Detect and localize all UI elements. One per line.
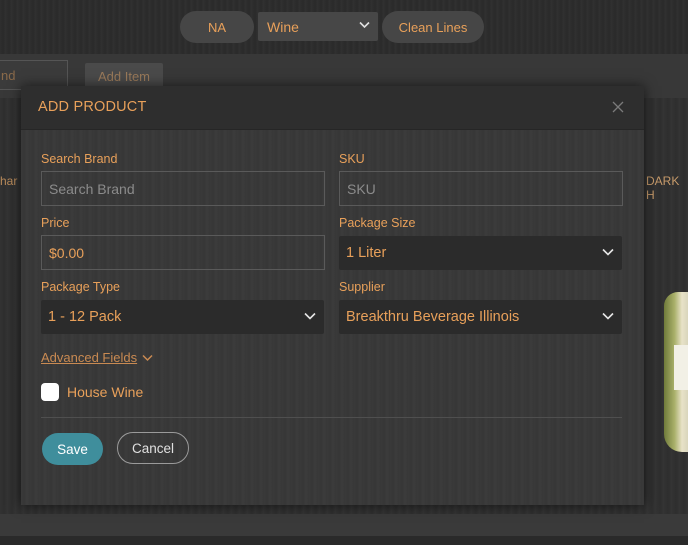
search-brand-label: Search Brand (41, 152, 118, 166)
supplier-select[interactable]: Breakthru Beverage Illinois (339, 300, 622, 334)
top-bar: NA Wine Clean Lines (0, 0, 688, 54)
supplier-label: Supplier (339, 280, 385, 294)
modal-header: ADD PRODUCT (21, 86, 644, 130)
package-type-value: 1 - 12 Pack (48, 309, 122, 325)
sku-label: SKU (339, 152, 365, 166)
package-type-label: Package Type (41, 280, 120, 294)
close-icon[interactable] (610, 99, 626, 115)
package-size-select[interactable]: 1 Liter (339, 236, 622, 270)
chevron-down-icon (142, 354, 153, 361)
clean-lines-pill-button[interactable]: Clean Lines (382, 11, 484, 43)
chevron-down-icon (602, 312, 614, 320)
package-type-select[interactable]: 1 - 12 Pack (41, 300, 324, 334)
category-select[interactable]: Wine (258, 12, 378, 41)
house-wine-label[interactable]: House Wine (67, 384, 143, 400)
na-pill-button[interactable]: NA (180, 11, 254, 43)
wine-bottle-label-image (674, 345, 688, 390)
package-size-value: 1 Liter (346, 245, 387, 261)
package-size-label: Package Size (339, 216, 416, 230)
house-wine-checkbox[interactable] (41, 383, 59, 401)
bottom-bar-edge (0, 536, 688, 545)
chevron-down-icon (602, 248, 614, 256)
cancel-button[interactable]: Cancel (117, 432, 189, 464)
divider (41, 417, 622, 418)
add-product-modal: ADD PRODUCT Search Brand SKU Price $0.00… (21, 86, 644, 505)
price-field[interactable]: $0.00 (41, 235, 325, 270)
search-brand-input[interactable] (49, 180, 324, 197)
right-card-title: DARK H (646, 174, 680, 202)
sku-field[interactable] (339, 171, 623, 206)
price-value: $0.00 (49, 244, 85, 261)
category-select-value: Wine (267, 18, 299, 35)
chevron-down-icon (359, 21, 370, 29)
sku-input[interactable] (347, 180, 622, 197)
save-button[interactable]: Save (42, 433, 103, 465)
advanced-fields-label: Advanced Fields (41, 350, 138, 365)
price-label: Price (41, 216, 70, 230)
modal-title: ADD PRODUCT (38, 99, 147, 115)
left-card-title: har (0, 174, 18, 188)
search-brand-field[interactable] (41, 171, 325, 206)
chevron-down-icon (304, 312, 316, 320)
advanced-fields-toggle[interactable]: Advanced Fields (41, 350, 153, 365)
supplier-value: Breakthru Beverage Illinois (346, 309, 520, 325)
